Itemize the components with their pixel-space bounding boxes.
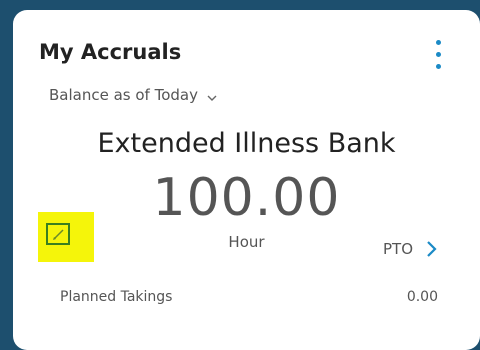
kebab-dot [436, 64, 441, 69]
edit-button[interactable] [46, 223, 70, 245]
planned-takings-row: Planned Takings 0.00 [60, 289, 438, 305]
accruals-card: My Accruals Balance as of Today Extended… [13, 10, 480, 350]
planned-takings-value: 0.00 [406, 289, 438, 305]
kebab-dot [436, 52, 441, 57]
pencil-icon [53, 229, 64, 240]
kebab-menu-icon[interactable] [429, 39, 449, 73]
card-title: My Accruals [39, 40, 182, 64]
balance-as-of-dropdown[interactable]: Balance as of Today [49, 83, 218, 107]
pto-link-label: PTO [383, 240, 414, 258]
balance-as-of-label: Balance as of Today [49, 86, 198, 104]
pto-link[interactable]: PTO [383, 237, 437, 261]
chevron-down-icon [207, 95, 217, 101]
chevron-right-icon [427, 241, 437, 257]
accrual-bank-name: Extended Illness Bank [97, 128, 396, 159]
planned-takings-label: Planned Takings [60, 289, 173, 305]
kebab-dot [436, 40, 441, 45]
